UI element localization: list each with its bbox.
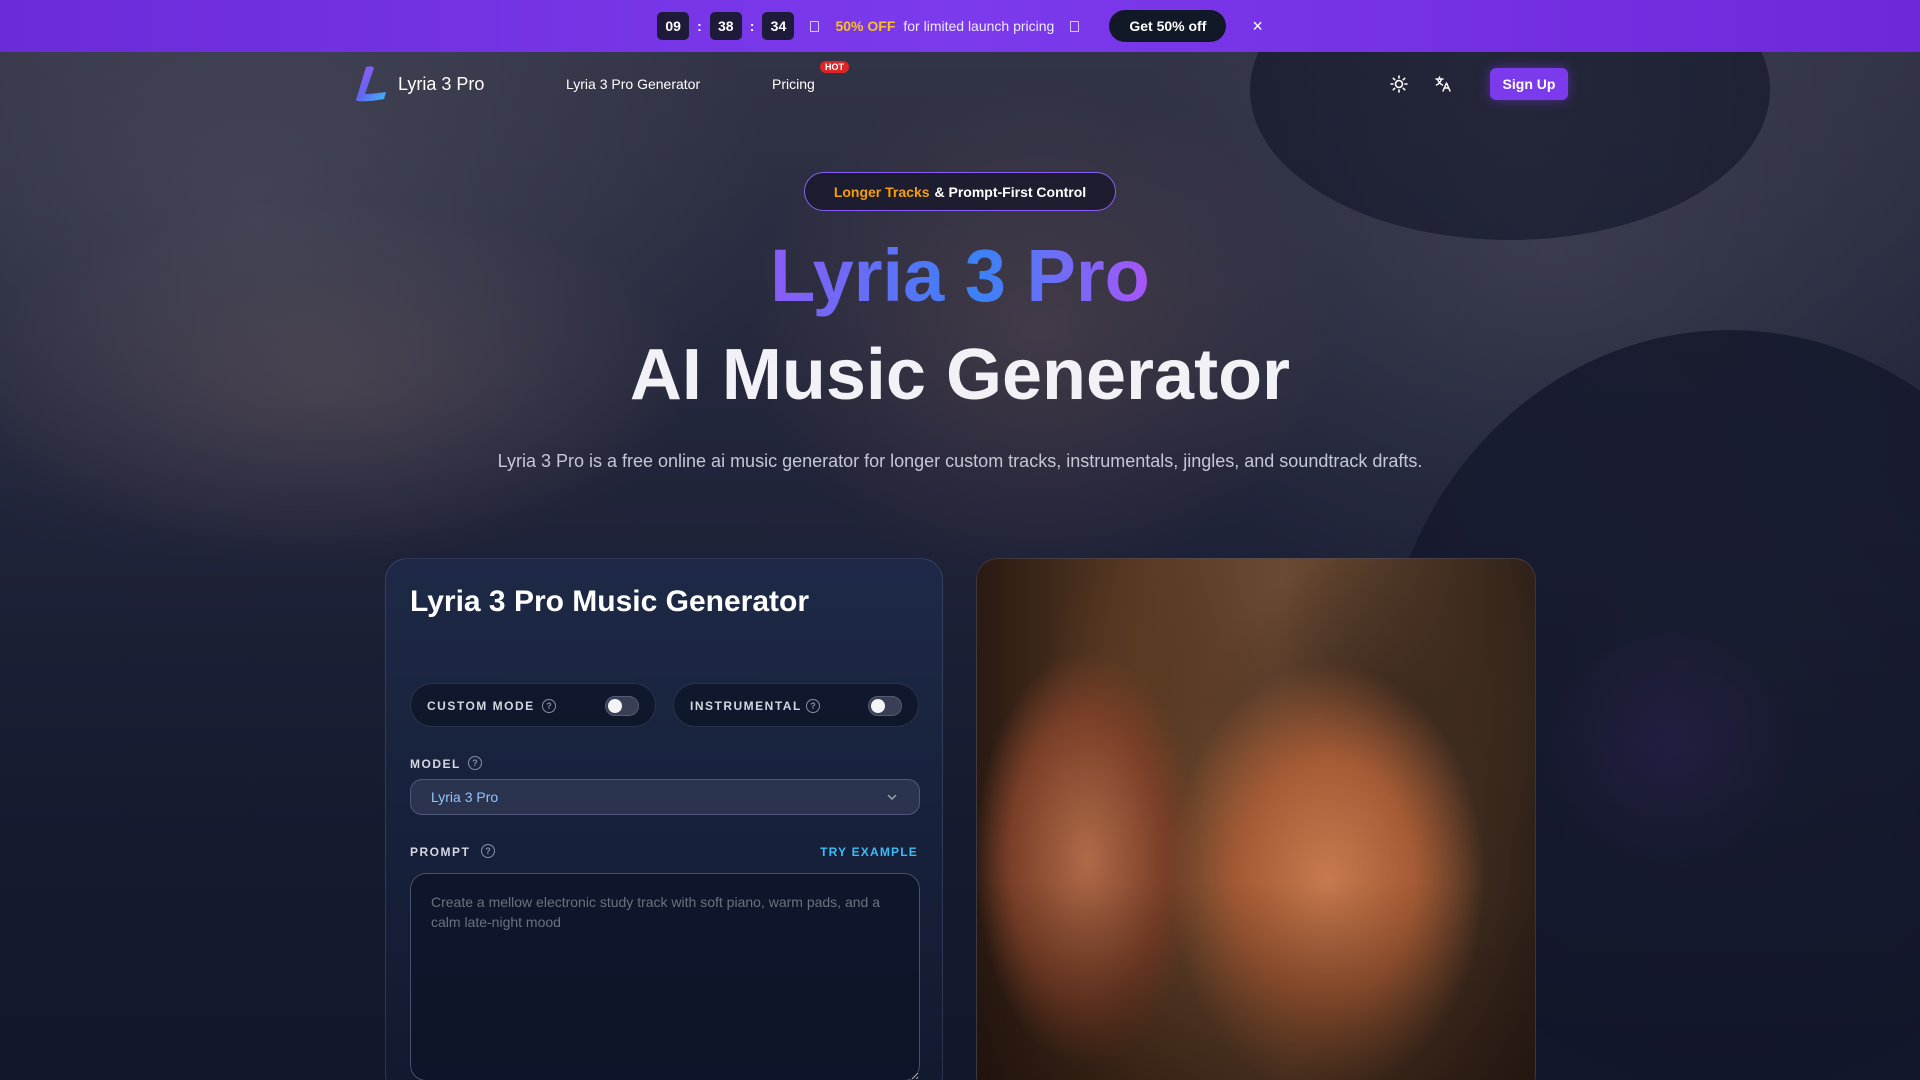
countdown-hours: 09: [657, 12, 690, 40]
hero-description: Lyria 3 Pro is a free online ai music ge…: [497, 451, 1423, 471]
help-icon[interactable]: ?: [481, 844, 495, 858]
help-icon[interactable]: ?: [468, 756, 482, 770]
feature-pill: Longer Tracks & Prompt-First Control: [804, 172, 1116, 211]
hot-badge: HOT: [820, 61, 849, 73]
model-label: MODEL: [410, 757, 461, 771]
brand-name: Lyria 3 Pro: [398, 73, 485, 94]
countdown-separator: :: [749, 18, 755, 34]
top-navbar: Lyria 3 Pro Lyria 3 Pro Generator Pricin…: [0, 52, 1920, 116]
instrumental-switch[interactable]: [868, 696, 902, 716]
brand-logo[interactable]: Lyria 3 Pro: [352, 64, 484, 104]
logo-icon: [356, 66, 386, 102]
placeholder-icon: [810, 20, 820, 32]
try-example-link[interactable]: TRY EXAMPLE: [820, 845, 918, 859]
prompt-input[interactable]: [410, 873, 920, 1080]
hero-background-image: [0, 0, 1920, 1080]
help-icon[interactable]: ?: [806, 699, 820, 713]
custom-mode-label: CUSTOM MODE: [427, 699, 535, 713]
help-icon[interactable]: ?: [542, 699, 556, 713]
get-discount-button[interactable]: Get 50% off: [1109, 10, 1227, 42]
model-selected-value: Lyria 3 Pro: [431, 789, 499, 805]
custom-mode-toggle-box: CUSTOM MODE ?: [410, 683, 656, 727]
instrumental-toggle-box: INSTRUMENTAL ?: [673, 683, 919, 727]
theme-toggle-sun-icon[interactable]: [1387, 72, 1411, 96]
countdown-seconds: 34: [762, 12, 795, 40]
music-generator-card: Lyria 3 Pro Music Generator CUSTOM MODE …: [385, 558, 943, 1080]
pill-text: & Prompt-First Control: [934, 183, 1087, 200]
sign-up-button[interactable]: Sign Up: [1490, 68, 1568, 100]
countdown-minutes: 38: [709, 12, 742, 40]
nav-link-generator[interactable]: Lyria 3 Pro Generator: [566, 76, 700, 92]
model-select[interactable]: Lyria 3 Pro: [410, 779, 920, 815]
custom-mode-switch[interactable]: [605, 696, 639, 716]
generator-title: Lyria 3 Pro Music Generator: [410, 585, 810, 618]
promo-discount: 50% OFF: [835, 18, 896, 34]
nav-link-pricing[interactable]: Pricing: [772, 76, 815, 92]
pill-highlight: Longer Tracks: [833, 183, 930, 200]
close-icon[interactable]: ×: [1252, 17, 1263, 35]
hero-subtitle: AI Music Generator: [629, 335, 1291, 415]
promo-banner: 09 : 38 : 34 50% OFF for limited launch …: [0, 0, 1920, 52]
instrumental-label: INSTRUMENTAL: [690, 699, 802, 713]
countdown-separator: :: [697, 18, 702, 34]
language-icon[interactable]: [1431, 72, 1455, 96]
placeholder-icon: [1070, 20, 1080, 32]
prompt-label: PROMPT: [410, 845, 471, 859]
preview-video-thumbnail[interactable]: [976, 558, 1536, 1080]
promo-message: for limited launch pricing: [903, 18, 1055, 34]
chevron-down-icon: [887, 794, 897, 800]
hero-title: Lyria 3 Pro: [770, 234, 1150, 317]
